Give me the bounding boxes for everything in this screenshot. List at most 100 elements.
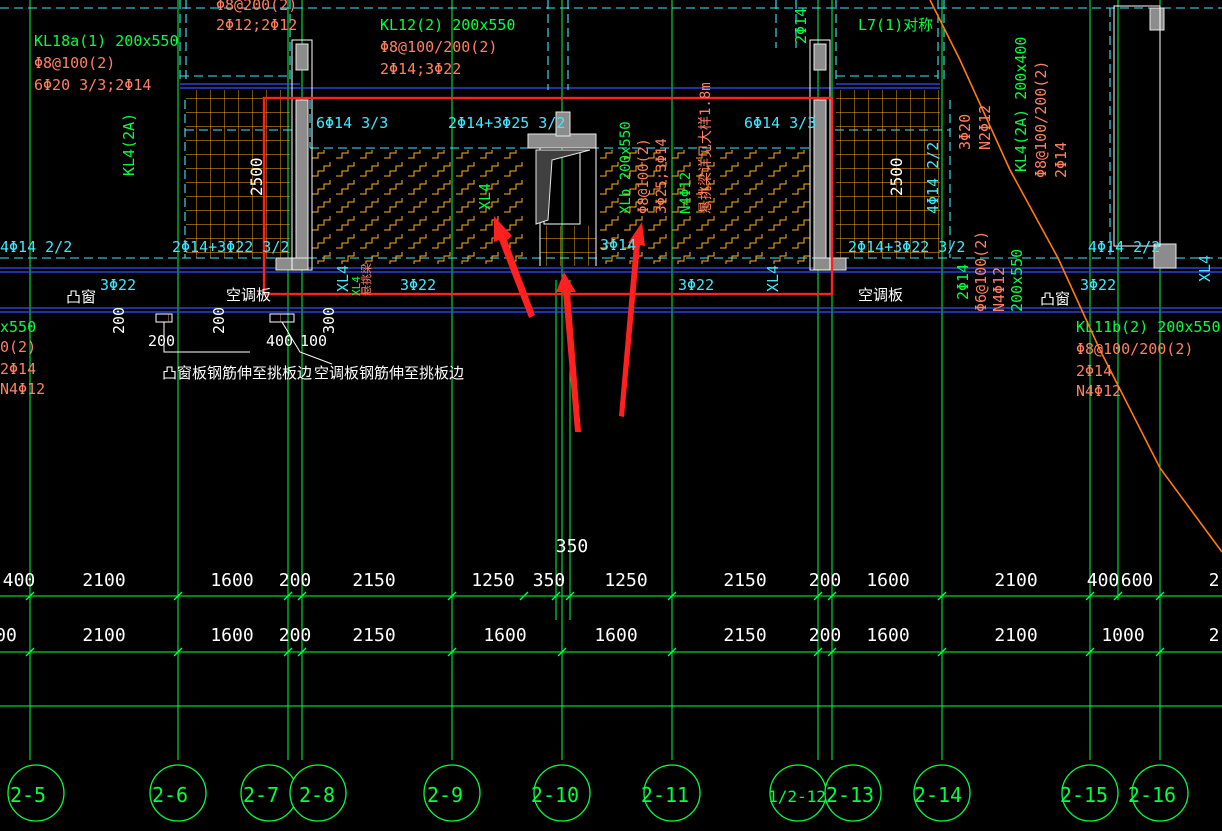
axis-label: 2-16 bbox=[1128, 783, 1176, 807]
rebar-far-right: 4Φ14 2/2 bbox=[1088, 238, 1160, 256]
note-bay-window: 凸窗板钢筋伸至挑板边 bbox=[162, 364, 312, 382]
beam-n2-2: N2Φ12 bbox=[976, 105, 994, 150]
small-dimensions: 200 200 200 400 100 300 bbox=[110, 307, 338, 350]
dim-200-c: 200 bbox=[210, 307, 228, 334]
dimension-value: 1600 bbox=[210, 625, 253, 646]
dimension-value: 350 bbox=[533, 570, 566, 591]
xlb-line4: N4Φ12 bbox=[678, 172, 694, 214]
beam-kl11b-line4: N4Φ12 bbox=[1076, 382, 1121, 400]
xlb-line3: 3Φ25;3Φ14 bbox=[654, 138, 670, 214]
rebar-vertical-right: 4Φ14 2/2 bbox=[924, 142, 942, 214]
dimension-value: 2 bbox=[1209, 625, 1220, 646]
xlb-line2: Φ8@100(2) bbox=[636, 138, 652, 214]
arrow-middle[interactable] bbox=[556, 272, 581, 432]
axis-label: 2-5 bbox=[10, 783, 46, 807]
axis-label: 2-14 bbox=[914, 783, 962, 807]
rebar-right-bottom: 2Φ14+3Φ22 3/2 bbox=[848, 238, 965, 256]
axis-label: 2-15 bbox=[1060, 783, 1108, 807]
beam-xl4-right-4: 200x550 bbox=[1008, 249, 1026, 312]
beam-kl18-line2: Φ8@100(2) bbox=[34, 54, 115, 72]
dim-200-a: 200 bbox=[110, 307, 128, 334]
xlb-line1: XLb 200x550 bbox=[618, 121, 634, 214]
dimension-value: 200 bbox=[279, 625, 312, 646]
beam-n2-1: 3Φ20 bbox=[956, 114, 974, 150]
dimension-value: 2 bbox=[1209, 570, 1220, 591]
dimension-value: 1600 bbox=[483, 625, 526, 646]
dimension-row-1: 400 2100 1600 200 2150 1250 350 1250 215… bbox=[3, 536, 1220, 591]
dimension-value: 2150 bbox=[352, 625, 395, 646]
dimension-value: 400 bbox=[1087, 570, 1120, 591]
beam-kl4-right-2: Φ8@100/200(2) bbox=[1032, 61, 1050, 178]
rebar-far-left: 4Φ14 2/2 bbox=[0, 238, 72, 256]
dimension-value: 1600 bbox=[594, 625, 637, 646]
room-bay-window-right: 凸窗 bbox=[1040, 290, 1070, 308]
dimension-value: 2150 bbox=[723, 570, 766, 591]
dimension-value: 1600 bbox=[866, 570, 909, 591]
beam-kl4-left: KL4(2A) bbox=[120, 113, 138, 176]
axis-label: 2-13 bbox=[826, 783, 874, 807]
axis-label: 2-8 bbox=[299, 783, 335, 807]
dimension-value: 1600 bbox=[210, 570, 253, 591]
dimension-value: 2100 bbox=[994, 570, 1037, 591]
rebar-xl4-1: XL4 bbox=[764, 265, 782, 292]
room-ac-board-right: 空调板 bbox=[858, 286, 903, 304]
beam-kl4-right-1: KL4(2A) 200x400 bbox=[1012, 37, 1030, 172]
beam-xl4-right-3: N4Φ12 bbox=[990, 267, 1008, 312]
rebar-3phi22-d: 3Φ22 bbox=[1080, 276, 1116, 294]
beam-left-frag-1: x550 bbox=[0, 318, 36, 336]
rebar-3phi22-c: 3Φ22 bbox=[678, 276, 714, 294]
dimension-value: 400 bbox=[3, 570, 36, 591]
beam-2phi14-top: 2Φ14 bbox=[792, 8, 810, 44]
height-right: 2500 bbox=[887, 157, 906, 196]
dimension-value: 2100 bbox=[82, 570, 125, 591]
beam-left-frag-2: 0(2) bbox=[0, 338, 36, 356]
dimension-value: 1000 bbox=[1101, 625, 1144, 646]
beam-left-frag-3: 2Φ14 bbox=[0, 360, 36, 378]
beam-kl4-right-3: 2Φ14 bbox=[1052, 142, 1070, 178]
cad-drawing-canvas[interactable]: 2-5 2-6 2-7 2-8 2-9 2-10 2-11 1/2-12 2-1… bbox=[0, 0, 1222, 831]
dimension-value: 200 bbox=[809, 625, 842, 646]
dimension-value: 600 bbox=[1121, 570, 1154, 591]
dim-400: 400 bbox=[266, 332, 293, 350]
dimension-value: 00 bbox=[0, 625, 17, 646]
beam-kl11b-line3: 2Φ14 bbox=[1076, 362, 1112, 380]
room-xl-small: XL4 bbox=[350, 276, 363, 296]
axis-label: 2-10 bbox=[531, 783, 579, 807]
rebar-xl4-3: XL4 bbox=[1196, 255, 1214, 282]
dimension-value: 200 bbox=[279, 570, 312, 591]
dimension-value: 1250 bbox=[471, 570, 514, 591]
rebar-right-top: 6Φ14 3/3 bbox=[744, 114, 816, 132]
dimension-value: 2100 bbox=[82, 625, 125, 646]
notes: 凸窗板钢筋伸至挑板边 空调板钢筋伸至挑板边 bbox=[162, 364, 464, 382]
rebar-left-bottom: 2Φ14+3Φ22 3/2 bbox=[172, 238, 289, 256]
dimension-row-2: 00 2100 1600 200 2150 1600 1600 2150 200… bbox=[0, 625, 1219, 646]
room-bay-window-left: 凸窗 bbox=[66, 288, 96, 306]
dimension-ticks bbox=[25, 591, 1165, 657]
rebar-mid-bottom: 3Φ14 bbox=[600, 236, 636, 254]
rebar-left-top: 6Φ14 3/3 bbox=[316, 114, 388, 132]
room-ac-board-left: 空调板 bbox=[226, 286, 271, 304]
rebar-3phi22-b: 3Φ22 bbox=[400, 276, 436, 294]
dimension-value: 1600 bbox=[866, 625, 909, 646]
dimension-value: 1250 bbox=[604, 570, 647, 591]
beam-kl12-line3: 2Φ14;3Φ22 bbox=[380, 60, 461, 78]
axis-label: 2-7 bbox=[243, 783, 279, 807]
beam-kl11b-line1: KL11b(2) 200x550 bbox=[1076, 318, 1221, 336]
axis-label: 2-6 bbox=[152, 783, 188, 807]
axis-label: 2-11 bbox=[641, 783, 689, 807]
rebar-center-top: 2Φ14+3Φ25 3/2 bbox=[448, 114, 565, 132]
axis-label: 2-9 bbox=[427, 783, 463, 807]
beam-frag-line2: 2Φ12;2Φ12 bbox=[216, 16, 297, 34]
beam-kl12-line2: Φ8@100/200(2) bbox=[380, 38, 497, 56]
dim-300: 300 bbox=[320, 307, 338, 334]
axis-label: 1/2-12 bbox=[768, 787, 826, 806]
beam-kl12-line1: KL12(2) 200x550 bbox=[380, 16, 515, 34]
dimension-value: 200 bbox=[809, 570, 842, 591]
dimension-lines bbox=[0, 595, 1222, 707]
dimension-value: 2100 bbox=[994, 625, 1037, 646]
beam-kl18-line3: 6Φ20 3/3;2Φ14 bbox=[34, 76, 151, 94]
beam-kl11b-line2: Φ8@100/200(2) bbox=[1076, 340, 1193, 358]
dimension-value: 2150 bbox=[723, 625, 766, 646]
beam-l7: L7(1)对称 bbox=[858, 16, 933, 34]
dimension-value: 350 bbox=[556, 536, 589, 557]
